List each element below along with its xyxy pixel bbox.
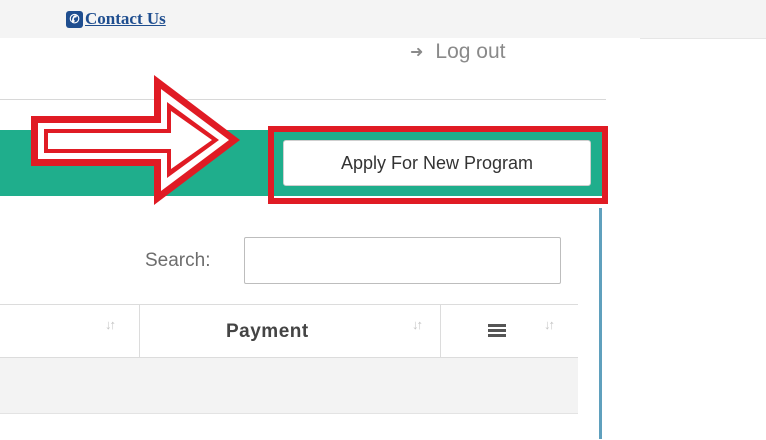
list-icon: [488, 324, 506, 338]
contact-us-label: Contact Us: [85, 9, 166, 28]
logout-label: Log out: [435, 40, 506, 63]
phone-icon: ✆: [66, 10, 83, 28]
search-label: Search:: [145, 250, 211, 271]
table-header: ↓↑ Payment ↓↑ ↓↑: [0, 304, 578, 358]
panel-right-border: [599, 208, 602, 439]
logout-link[interactable]: ➜ Log out: [410, 40, 505, 64]
search-input[interactable]: [244, 237, 561, 284]
contact-us-link[interactable]: ✆ Contact Us: [66, 9, 166, 29]
payment-column-label: Payment: [226, 321, 309, 342]
header-strip: [0, 38, 640, 44]
apply-new-program-button[interactable]: Apply For New Program: [283, 140, 591, 186]
column-header-actions[interactable]: ↓↑: [440, 305, 578, 357]
sign-out-icon: ➜: [410, 44, 424, 61]
annotation-arrow-icon: [31, 75, 240, 205]
sort-icon: ↓↑: [544, 317, 555, 332]
top-bar: ✆ Contact Us: [0, 0, 766, 39]
table-row: [0, 358, 578, 414]
column-header-payment[interactable]: Payment ↓↑: [0, 305, 440, 357]
sort-icon: ↓↑: [412, 317, 423, 332]
